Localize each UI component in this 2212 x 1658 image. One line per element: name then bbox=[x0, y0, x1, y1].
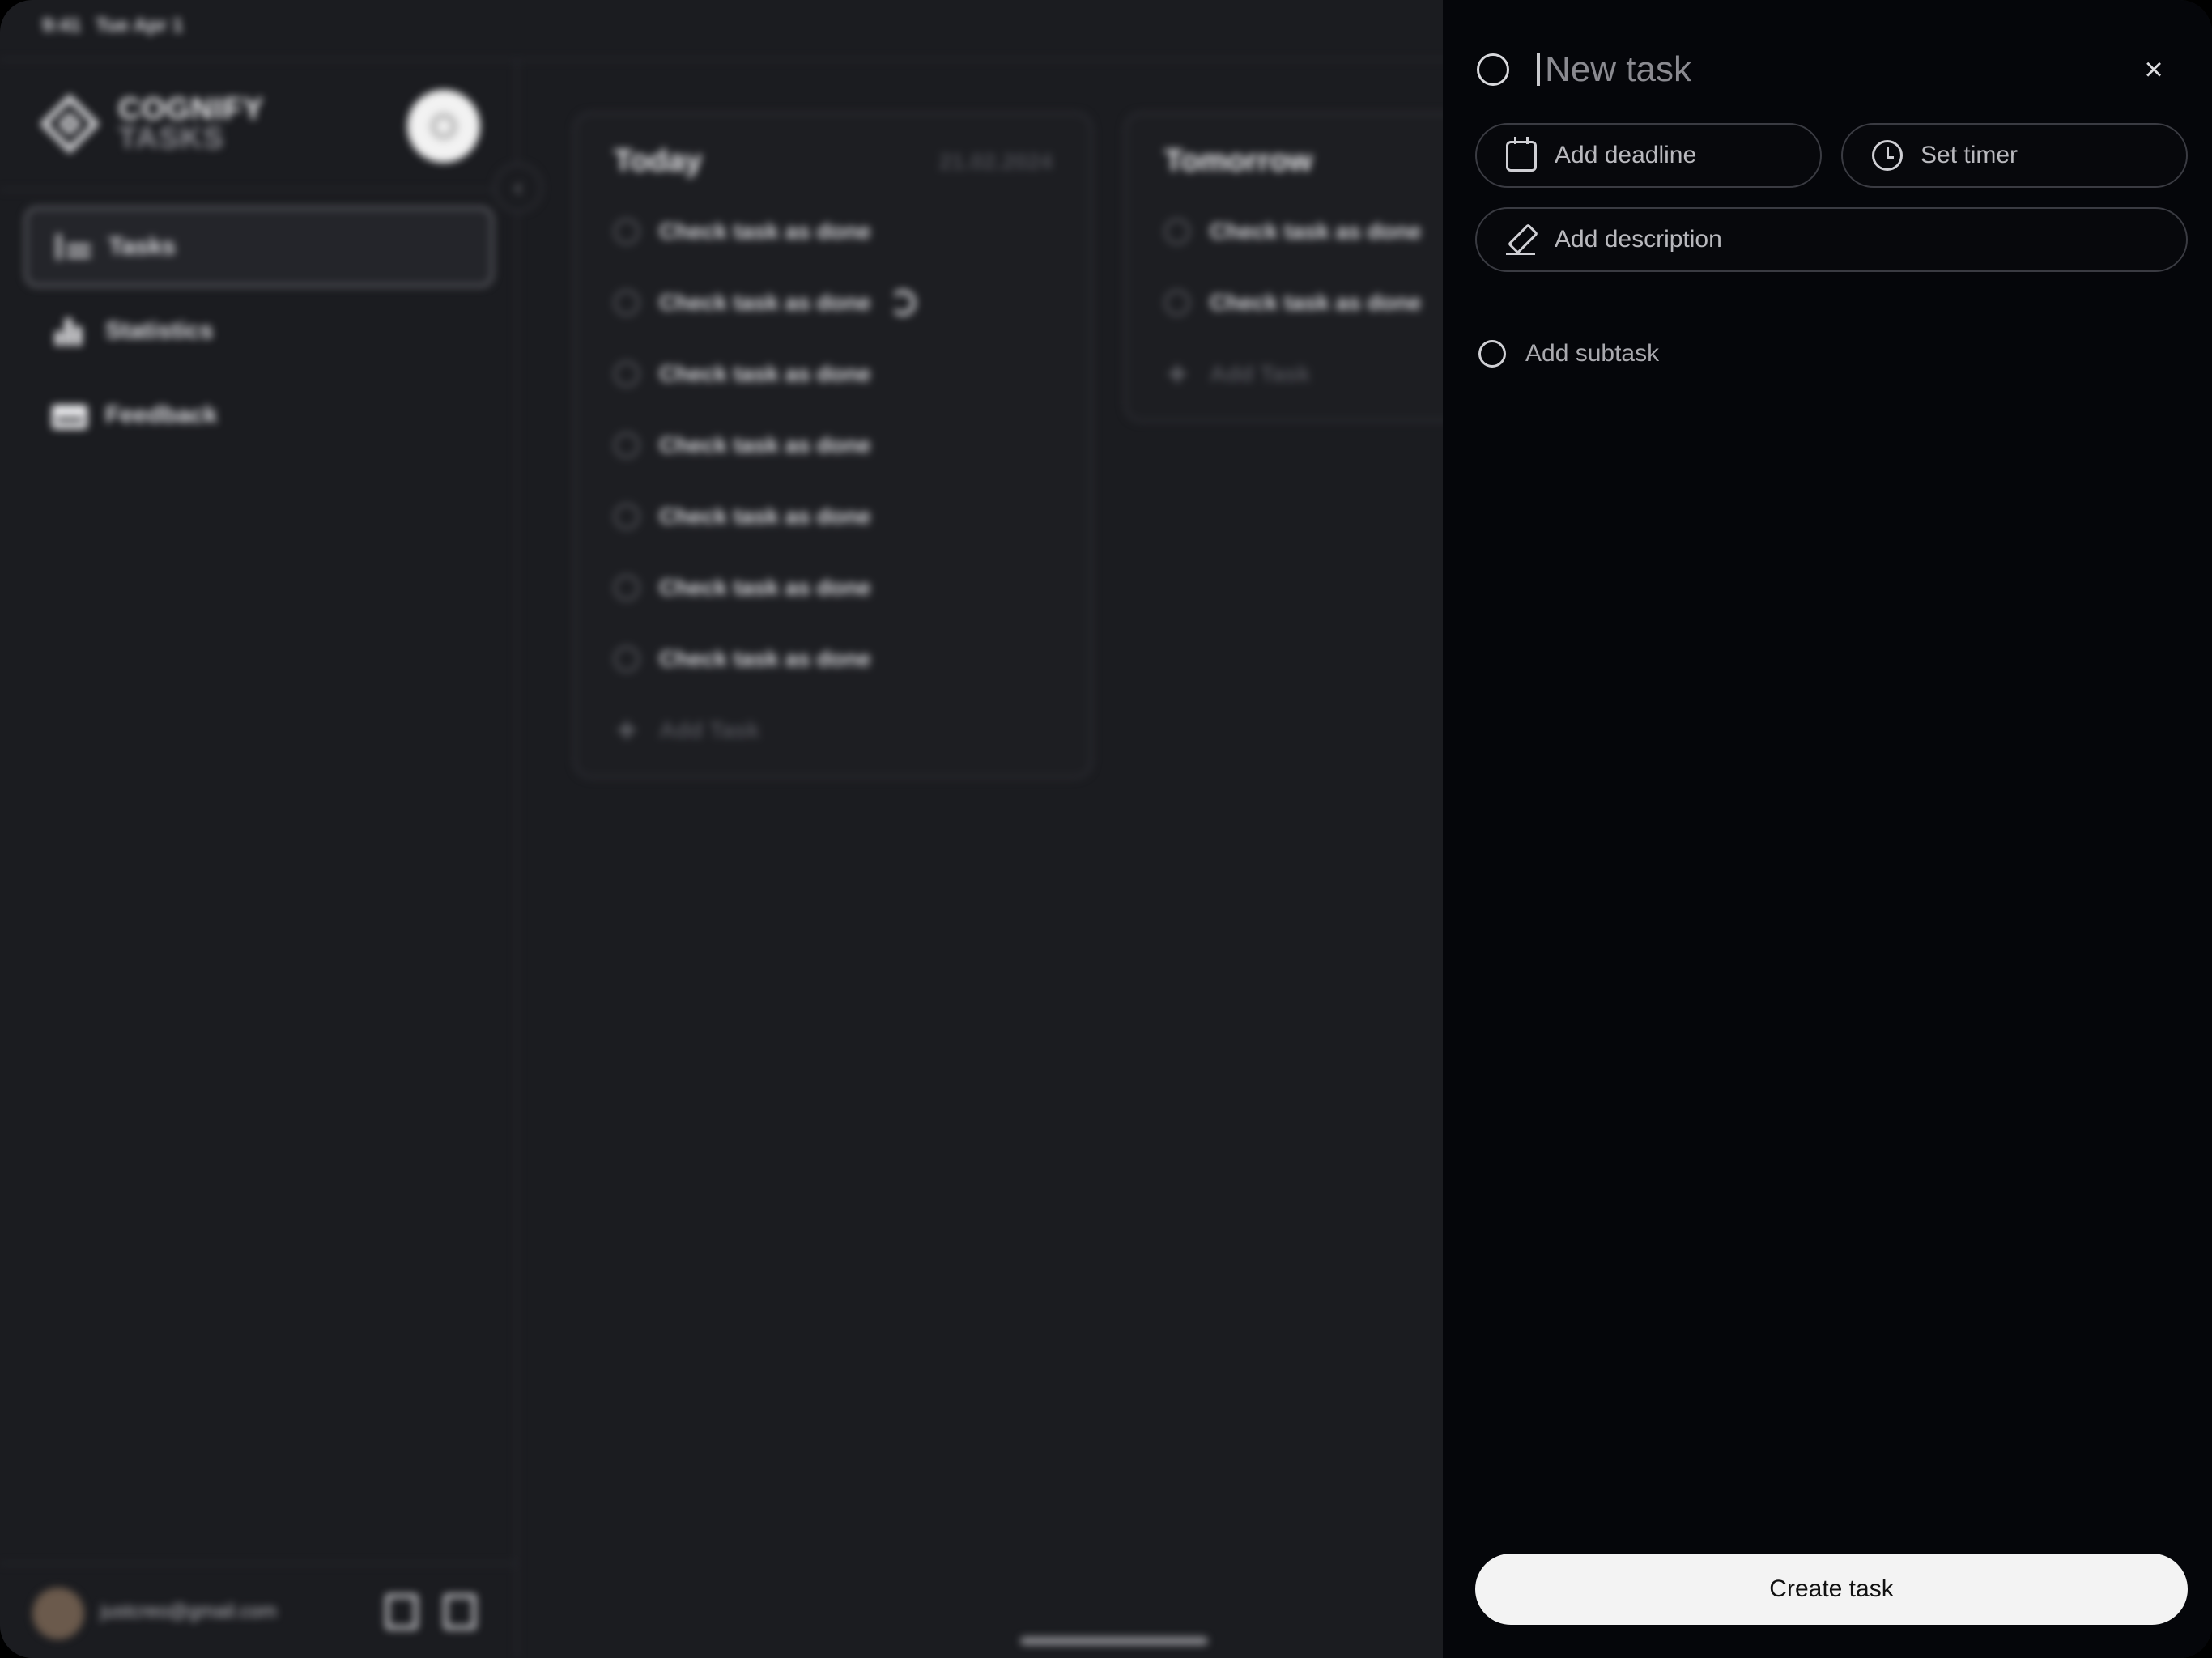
avatar[interactable] bbox=[32, 1588, 84, 1639]
task-row[interactable]: Check task as done bbox=[614, 358, 870, 390]
flag-icon[interactable] bbox=[385, 1594, 418, 1630]
column-today: Today 21.02.2024 Check task as done Chec… bbox=[573, 112, 1093, 779]
add-deadline-button[interactable]: Add deadline bbox=[1475, 123, 1822, 188]
bar-chart-icon bbox=[52, 317, 87, 346]
subtask-checkbox[interactable] bbox=[1478, 340, 1506, 368]
sidebar-item-label: Tasks bbox=[108, 233, 176, 260]
new-task-panel: × Add deadline Set timer Add description… bbox=[1443, 0, 2212, 1658]
mail-icon bbox=[52, 404, 87, 429]
task-label: Check task as done bbox=[659, 432, 871, 457]
task-checkbox[interactable] bbox=[614, 219, 640, 244]
task-title-input[interactable] bbox=[1545, 49, 2031, 90]
add-subtask-row[interactable]: Add subtask bbox=[1478, 340, 1659, 368]
task-row[interactable]: Check task as done bbox=[614, 429, 870, 461]
plus-icon: + bbox=[1167, 355, 1188, 393]
status-time: 9:41 bbox=[42, 15, 82, 36]
brand-subtitle: TASKS bbox=[118, 121, 224, 155]
set-timer-button[interactable]: Set timer bbox=[1841, 123, 2188, 188]
add-deadline-label: Add deadline bbox=[1555, 142, 1697, 168]
column-title: Tomorrow bbox=[1164, 144, 1312, 178]
pen-icon bbox=[1506, 224, 1537, 255]
task-checkbox[interactable] bbox=[614, 504, 640, 529]
task-checkbox[interactable] bbox=[1164, 219, 1190, 244]
task-label: Check task as done bbox=[659, 504, 871, 529]
theme-toggle-button[interactable] bbox=[407, 90, 480, 163]
logo-icon bbox=[37, 91, 102, 156]
plus-icon: + bbox=[616, 711, 637, 749]
calendar-icon bbox=[1506, 137, 1537, 172]
brand-name: COGNIFY bbox=[118, 92, 265, 126]
tasks-list-icon bbox=[55, 232, 91, 261]
add-description-button[interactable]: Add description bbox=[1475, 207, 2188, 272]
add-task-label: Add Task bbox=[659, 717, 759, 742]
task-row[interactable]: Check task as done bbox=[614, 500, 870, 533]
home-indicator bbox=[1020, 1637, 1208, 1645]
toggle-icon bbox=[430, 113, 457, 140]
divider bbox=[0, 189, 518, 191]
task-label: Check task as done bbox=[659, 290, 871, 315]
task-checkbox[interactable] bbox=[1477, 53, 1509, 86]
task-label: Check task as done bbox=[1210, 290, 1422, 315]
status-bar: 9:41 Tue Apr 1 bbox=[42, 15, 183, 39]
status-date: Tue Apr 1 bbox=[96, 15, 184, 36]
chevron-left-icon: ‹ bbox=[514, 174, 522, 201]
device-screen: 9:41 Tue Apr 1 COGNIFY TASKS Tasks Stati… bbox=[0, 0, 2212, 1658]
sidebar-item-label: Feedback bbox=[105, 402, 218, 428]
sidebar-item-statistics[interactable]: Statistics bbox=[24, 291, 494, 372]
task-checkbox[interactable] bbox=[614, 432, 640, 458]
add-task-label: Add Task bbox=[1210, 361, 1310, 386]
user-bar: justcreo@gmail.com bbox=[0, 1562, 518, 1658]
close-button[interactable]: × bbox=[2138, 51, 2170, 87]
task-row[interactable]: Check task as done bbox=[614, 643, 870, 675]
set-timer-label: Set timer bbox=[1921, 142, 2018, 168]
task-title-row bbox=[1477, 49, 2031, 90]
task-row[interactable]: Check task as done bbox=[1164, 215, 1421, 248]
text-cursor bbox=[1537, 53, 1540, 86]
sidebar-item-feedback[interactable]: Feedback bbox=[24, 375, 494, 456]
task-row[interactable]: Check task as done bbox=[614, 215, 870, 248]
board-icon[interactable] bbox=[444, 1594, 476, 1630]
create-task-button[interactable]: Create task bbox=[1475, 1554, 2188, 1625]
task-label: Check task as done bbox=[1210, 219, 1422, 244]
task-checkbox[interactable] bbox=[614, 575, 640, 601]
task-checkbox[interactable] bbox=[1164, 290, 1190, 316]
task-checkbox[interactable] bbox=[614, 290, 640, 316]
task-label: Check task as done bbox=[659, 219, 871, 244]
task-checkbox[interactable] bbox=[614, 646, 640, 672]
column-title: Today bbox=[614, 144, 703, 178]
task-label: Check task as done bbox=[659, 361, 871, 386]
add-task-button[interactable]: + Add Task bbox=[614, 711, 759, 749]
add-task-button[interactable]: + Add Task bbox=[1164, 355, 1310, 393]
sidebar-item-label: Statistics bbox=[105, 317, 214, 344]
sidebar-nav: Tasks Statistics Feedback bbox=[24, 206, 494, 459]
clock-icon bbox=[1872, 140, 1903, 171]
column-date: 21.02.2024 bbox=[938, 149, 1053, 174]
brand: COGNIFY TASKS bbox=[37, 91, 264, 156]
collapse-sidebar-button[interactable]: ‹ bbox=[494, 164, 542, 212]
sidebar-item-tasks[interactable]: Tasks bbox=[24, 206, 494, 287]
repeat-icon bbox=[890, 290, 917, 316]
task-row[interactable]: Check task as done bbox=[614, 287, 917, 319]
task-checkbox[interactable] bbox=[614, 361, 640, 387]
add-description-label: Add description bbox=[1555, 226, 1722, 253]
sidebar: COGNIFY TASKS Tasks Statistics Feedback bbox=[0, 61, 518, 1658]
user-email: justcreo@gmail.com bbox=[100, 1601, 277, 1622]
close-icon: × bbox=[2144, 51, 2163, 87]
add-subtask-label: Add subtask bbox=[1525, 340, 1660, 367]
task-row[interactable]: Check task as done bbox=[614, 572, 870, 604]
task-label: Check task as done bbox=[659, 646, 871, 671]
task-row[interactable]: Check task as done bbox=[1164, 287, 1421, 319]
task-label: Check task as done bbox=[659, 575, 871, 600]
